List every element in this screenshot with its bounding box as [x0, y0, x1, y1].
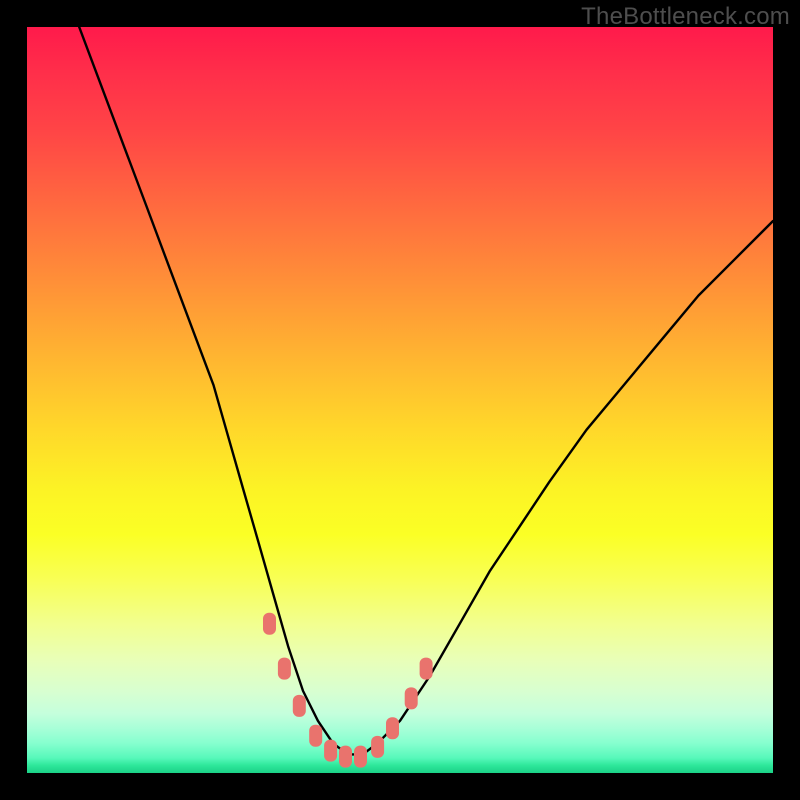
curve-marker — [371, 736, 384, 758]
watermark-label: TheBottleneck.com — [581, 3, 790, 31]
curve-marker — [309, 725, 322, 747]
bottleneck-curve — [79, 27, 773, 754]
plot-area — [27, 27, 773, 773]
curve-marker — [278, 658, 291, 680]
curve-layer — [27, 27, 773, 773]
curve-markers — [263, 613, 433, 768]
curve-marker — [324, 740, 337, 762]
curve-marker — [263, 613, 276, 635]
chart-frame: TheBottleneck.com — [0, 0, 800, 800]
curve-marker — [339, 746, 352, 768]
curve-marker — [354, 746, 367, 768]
curve-marker — [420, 658, 433, 680]
curve-marker — [293, 695, 306, 717]
curve-marker — [386, 717, 399, 739]
curve-marker — [405, 687, 418, 709]
